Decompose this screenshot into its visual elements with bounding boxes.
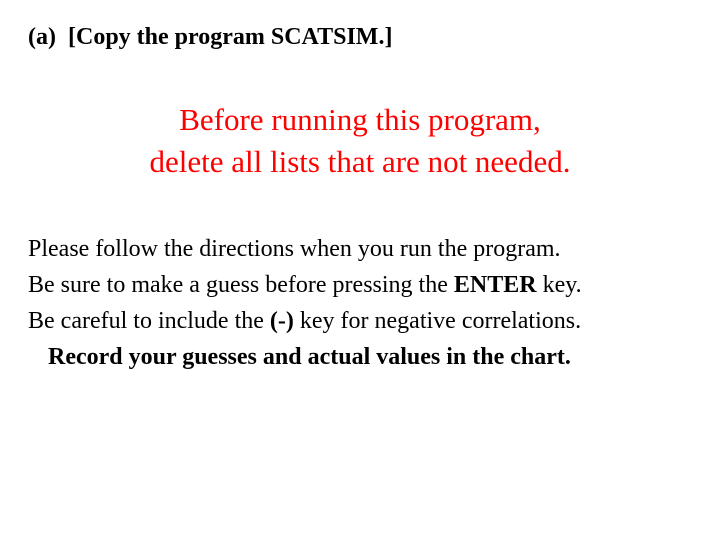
heading-text: Copy the program SCATSIM. (76, 24, 384, 50)
body-line-3-post: key for negative correlations. (294, 308, 581, 334)
body-line-4: Record your guesses and actual values in… (28, 339, 692, 375)
body-line-3: Be careful to include the (-) key for ne… (28, 303, 692, 339)
item-heading: (a) [Copy the program SCATSIM.] (28, 24, 692, 51)
bracket-close: ] (384, 24, 392, 50)
callout-block: Before running this program, delete all … (80, 99, 640, 183)
minus-key-label: (-) (270, 308, 294, 334)
callout-line-1: Before running this program, (80, 99, 640, 141)
body-line-2-pre: Be sure to make a guess before pressing … (28, 272, 454, 298)
body-line-2: Be sure to make a guess before pressing … (28, 267, 692, 303)
document-page: (a) [Copy the program SCATSIM.] Before r… (0, 0, 720, 375)
body-line-1: Please follow the directions when you ru… (28, 231, 692, 267)
body-line-2-post: key. (537, 272, 582, 298)
enter-key-label: ENTER (454, 272, 537, 298)
callout-line-2: delete all lists that are not needed. (80, 141, 640, 183)
body-block: Please follow the directions when you ru… (28, 231, 692, 375)
body-line-3-pre: Be careful to include the (28, 308, 270, 334)
bracket-open: [ (68, 24, 76, 50)
item-label: (a) (28, 24, 56, 50)
